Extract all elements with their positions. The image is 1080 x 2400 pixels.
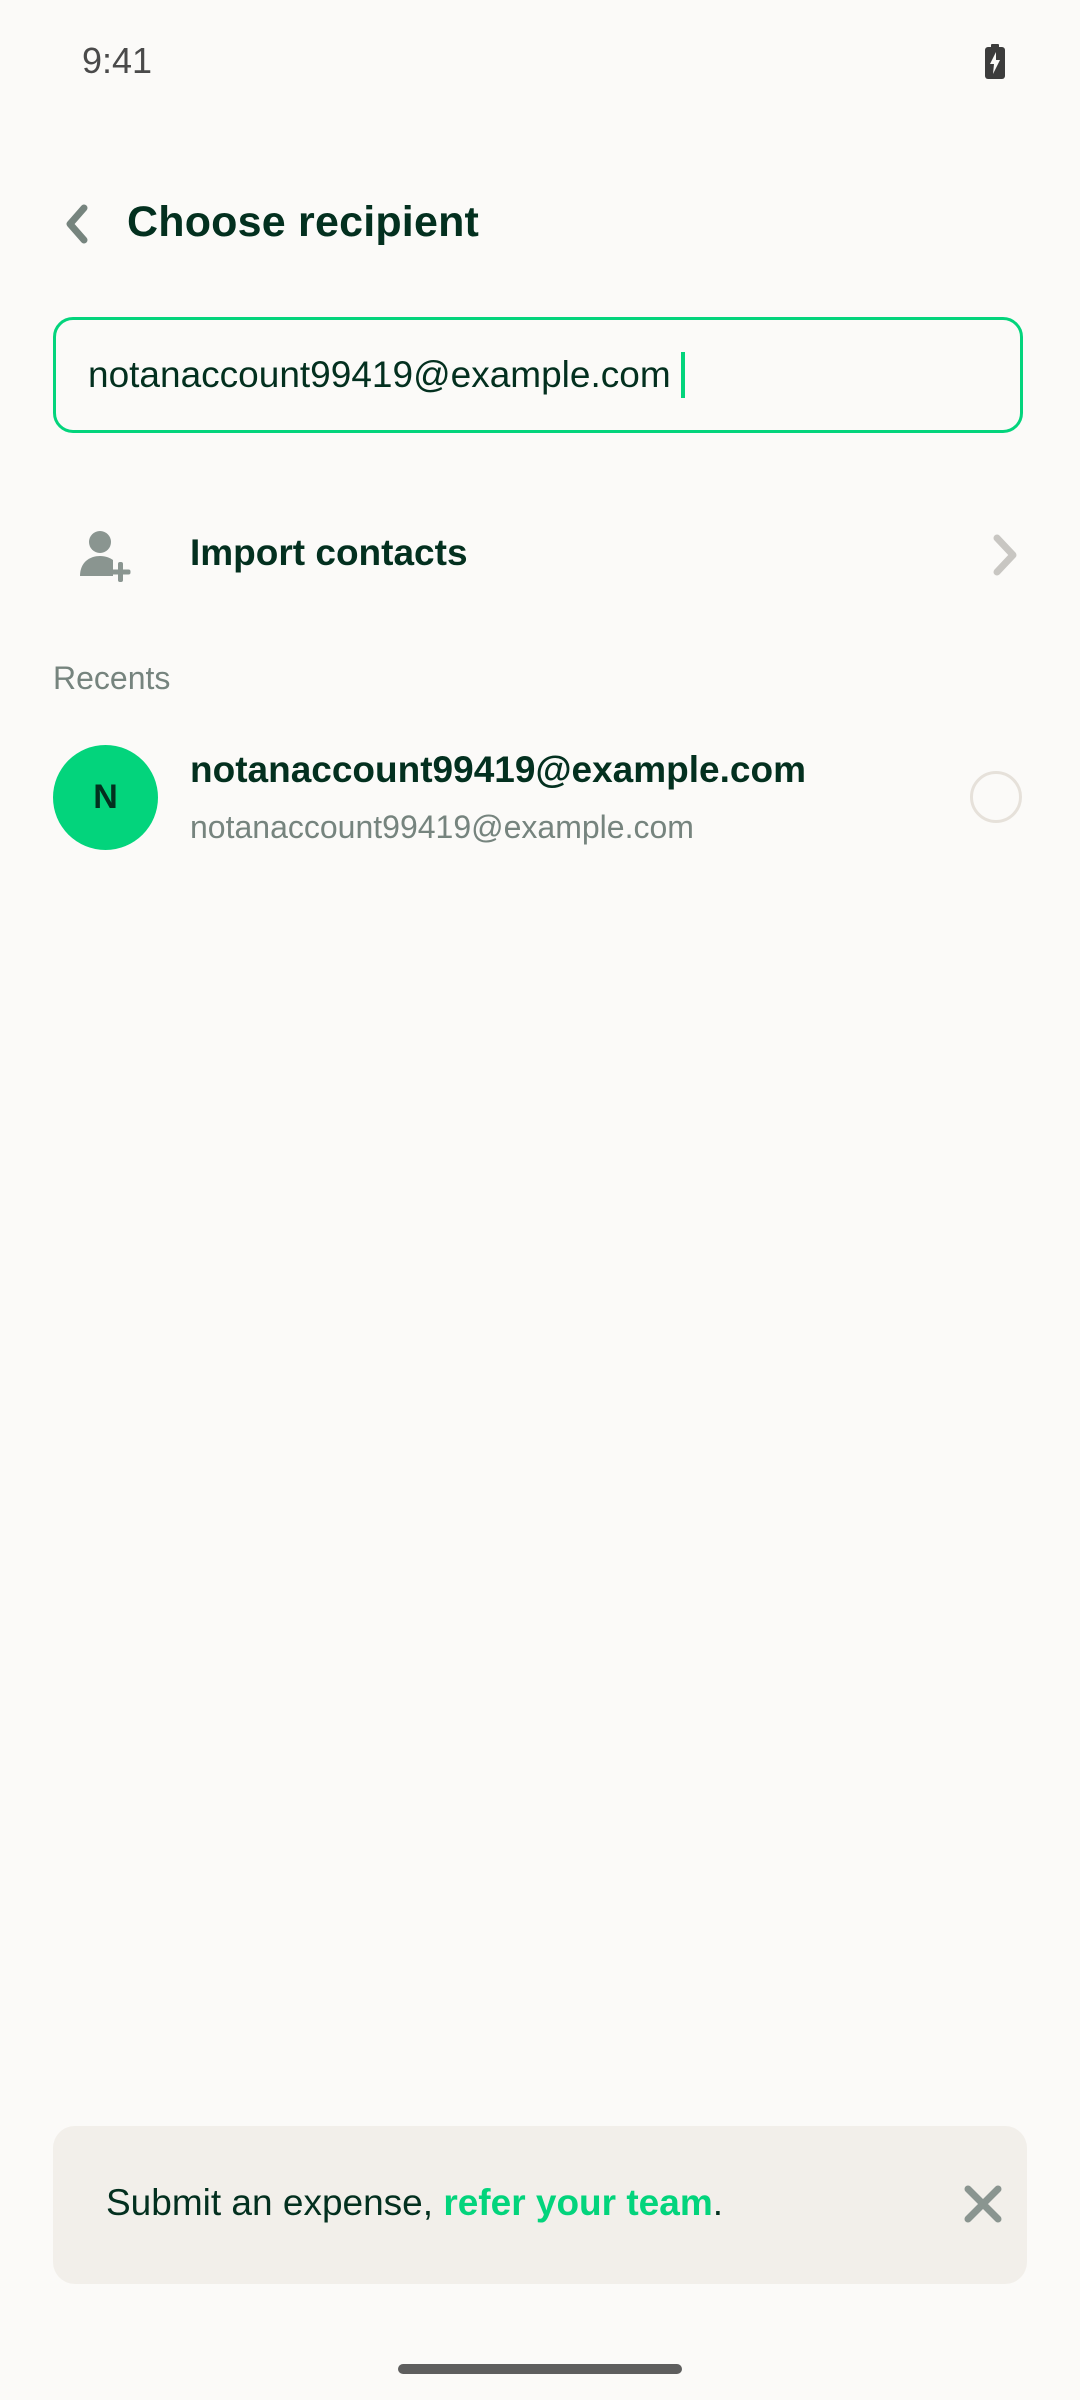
chevron-right-icon [985, 530, 1025, 580]
import-contacts-row[interactable]: Import contacts [0, 500, 1080, 610]
avatar: N [53, 745, 158, 850]
close-icon [964, 2185, 1002, 2223]
home-indicator[interactable] [398, 2364, 682, 2374]
status-bar: 9:41 [0, 0, 1080, 130]
recipient-email: notanaccount99419@example.com [190, 809, 694, 845]
select-radio[interactable] [970, 771, 1022, 823]
import-contacts-label: Import contacts [190, 532, 468, 573]
add-person-icon [78, 528, 134, 584]
chevron-left-icon [66, 204, 88, 244]
page-title: Choose recipient [127, 198, 480, 246]
header: Choose recipient [0, 180, 1080, 270]
banner-text: Submit an expense, refer your team. [106, 2182, 723, 2224]
recents-section-label: Recents [53, 660, 171, 696]
recipient-name: notanaccount99419@example.com [190, 749, 806, 790]
search-input-value: notanaccount99419@example.com [88, 354, 671, 395]
status-time: 9:41 [82, 40, 153, 81]
recent-recipient-item[interactable]: N notanaccount99419@example.com notanacc… [0, 735, 1080, 865]
text-caret [680, 352, 685, 398]
banner-text-suffix: . [712, 2182, 723, 2223]
banner-text-prefix: Submit an expense, [106, 2182, 444, 2223]
recipient-search-input[interactable]: notanaccount99419@example.com [53, 317, 1023, 433]
referral-banner: Submit an expense, refer your team. [53, 2126, 1027, 2284]
banner-close-button[interactable] [953, 2174, 1013, 2234]
refer-team-link[interactable]: refer your team [443, 2182, 712, 2223]
battery-charging-icon [984, 44, 1006, 80]
back-button[interactable] [46, 192, 110, 256]
